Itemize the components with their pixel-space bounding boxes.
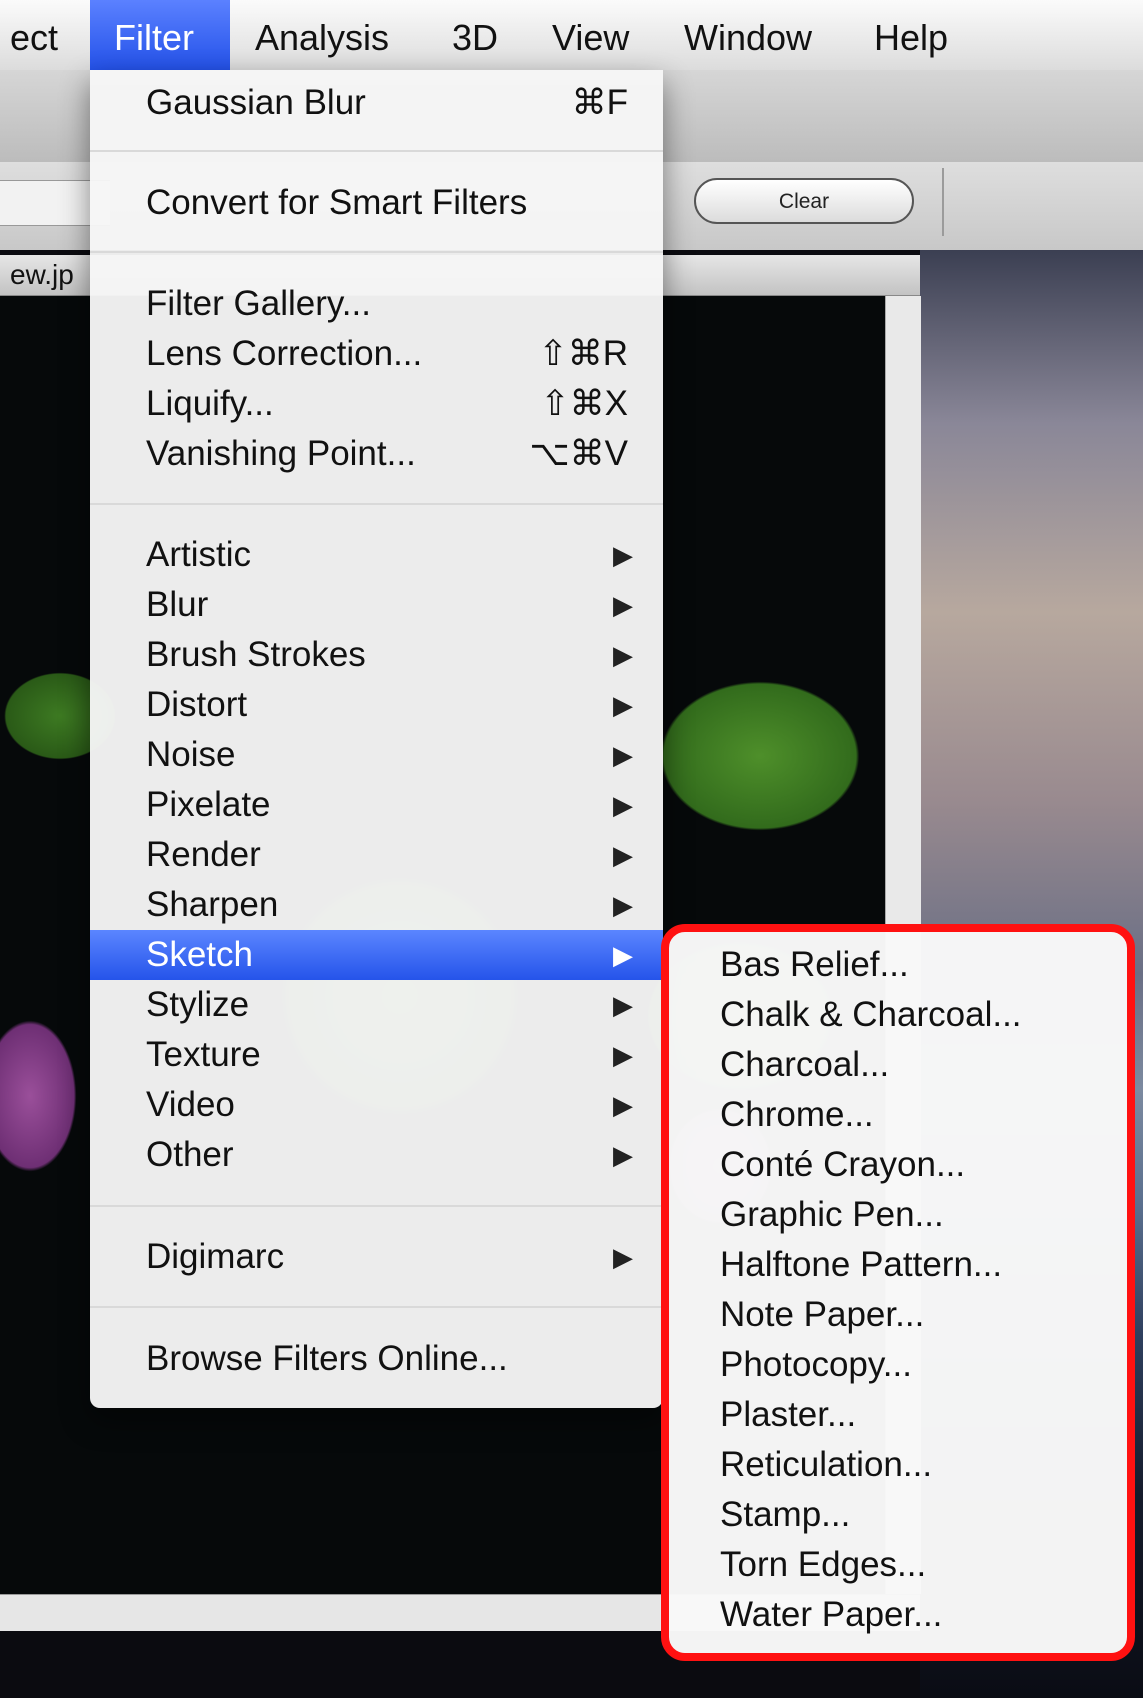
shortcut-label: ⇧⌘X xyxy=(540,384,628,423)
menu-item-label: Lens Correction... xyxy=(146,334,423,373)
menu-item-label: Artistic xyxy=(146,535,251,574)
menu-item-stylize[interactable]: Stylize ▶ xyxy=(90,980,663,1030)
menu-item-label: Distort xyxy=(146,685,248,724)
submenu-item-reticulation[interactable]: Reticulation... xyxy=(720,1440,932,1490)
toolbar-divider xyxy=(942,168,944,236)
document-title: ew.jp xyxy=(10,259,74,290)
submenu-item-torn-edges[interactable]: Torn Edges... xyxy=(720,1540,926,1590)
menu-item-render[interactable]: Render ▶ xyxy=(90,830,663,880)
menu-item-filter-gallery[interactable]: Filter Gallery... xyxy=(90,279,663,329)
submenu-item-plaster[interactable]: Plaster... xyxy=(720,1390,856,1440)
menu-item-label: Render xyxy=(146,835,261,874)
menu-bar: ect Filter Analysis 3D View Window Help xyxy=(0,0,1143,71)
menu-item-video[interactable]: Video ▶ xyxy=(90,1080,663,1130)
menu-item-pixelate[interactable]: Pixelate ▶ xyxy=(90,780,663,830)
submenu-item-bas-relief[interactable]: Bas Relief... xyxy=(720,940,909,990)
menu-item-label: Liquify... xyxy=(146,384,274,423)
menu-item-label: Digimarc xyxy=(146,1237,285,1276)
submenu-item-water-paper[interactable]: Water Paper... xyxy=(720,1590,942,1640)
submenu-item-halftone-pattern[interactable]: Halftone Pattern... xyxy=(720,1240,1002,1290)
menu-item-noise[interactable]: Noise ▶ xyxy=(90,730,663,780)
menu-item-label: Other xyxy=(146,1135,234,1174)
submenu-item-photocopy[interactable]: Photocopy... xyxy=(720,1340,912,1390)
menu-item-label: Sharpen xyxy=(146,885,279,924)
menu-filter[interactable]: Filter xyxy=(90,0,230,70)
menu-view[interactable]: View xyxy=(552,0,629,70)
menu-item-digimarc[interactable]: Digimarc ▶ xyxy=(90,1232,663,1282)
menu-item-distort[interactable]: Distort ▶ xyxy=(90,680,663,730)
menu-item-texture[interactable]: Texture ▶ xyxy=(90,1030,663,1080)
menu-item-browse-filters-online[interactable]: Browse Filters Online... xyxy=(90,1334,663,1384)
menu-item-other[interactable]: Other ▶ xyxy=(90,1130,663,1180)
menu-item-label: Noise xyxy=(146,735,236,774)
menu-help[interactable]: Help xyxy=(874,0,948,70)
submenu-arrow-icon: ▶ xyxy=(613,840,633,870)
submenu-arrow-icon: ▶ xyxy=(613,640,633,670)
menu-item-label: Video xyxy=(146,1085,235,1124)
menu-item-label: Texture xyxy=(146,1035,261,1074)
menu-item-brush-strokes[interactable]: Brush Strokes ▶ xyxy=(90,630,663,680)
shortcut-label: ⌘F xyxy=(571,83,628,122)
submenu-arrow-icon: ▶ xyxy=(613,790,633,820)
submenu-item-conte-crayon[interactable]: Conté Crayon... xyxy=(720,1140,965,1190)
menu-separator xyxy=(90,1306,663,1308)
submenu-arrow-icon: ▶ xyxy=(613,1242,633,1272)
menu-item-sharpen[interactable]: Sharpen ▶ xyxy=(90,880,663,930)
submenu-arrow-icon: ▶ xyxy=(613,890,633,920)
menu-item-label: Stylize xyxy=(146,985,250,1024)
clear-button[interactable]: Clear xyxy=(694,178,914,224)
menu-separator xyxy=(90,1205,663,1207)
menu-item-gaussian-blur[interactable]: Gaussian Blur ⌘F xyxy=(90,78,663,128)
menu-separator xyxy=(90,251,663,253)
menu-item-label: Sketch xyxy=(146,935,253,974)
submenu-item-stamp[interactable]: Stamp... xyxy=(720,1490,850,1540)
menu-item-vanishing-point[interactable]: Vanishing Point... ⌥⌘V xyxy=(90,429,663,479)
menu-item-convert-smart-filters[interactable]: Convert for Smart Filters xyxy=(90,178,663,228)
submenu-item-chalk-charcoal[interactable]: Chalk & Charcoal... xyxy=(720,990,1022,1040)
submenu-arrow-icon: ▶ xyxy=(613,1140,633,1170)
menu-select-partial[interactable]: ect xyxy=(10,0,58,70)
menu-item-label: Pixelate xyxy=(146,785,271,824)
submenu-item-note-paper[interactable]: Note Paper... xyxy=(720,1290,924,1340)
submenu-item-graphic-pen[interactable]: Graphic Pen... xyxy=(720,1190,944,1240)
menu-item-label: Brush Strokes xyxy=(146,635,366,674)
menu-item-liquify[interactable]: Liquify... ⇧⌘X xyxy=(90,379,663,429)
shortcut-label: ⌥⌘V xyxy=(529,434,628,473)
menu-separator xyxy=(90,150,663,152)
menu-item-label: Blur xyxy=(146,585,209,624)
menu-item-blur[interactable]: Blur ▶ xyxy=(90,580,663,630)
menu-item-label: Browse Filters Online... xyxy=(146,1339,508,1378)
menu-item-lens-correction[interactable]: Lens Correction... ⇧⌘R xyxy=(90,329,663,379)
submenu-arrow-icon: ▶ xyxy=(613,940,633,970)
menu-item-label: Vanishing Point... xyxy=(146,434,416,473)
menu-item-label: Convert for Smart Filters xyxy=(146,183,528,222)
submenu-arrow-icon: ▶ xyxy=(613,1090,633,1120)
submenu-item-chrome[interactable]: Chrome... xyxy=(720,1090,874,1140)
submenu-item-charcoal[interactable]: Charcoal... xyxy=(720,1040,889,1090)
filter-menu: Gaussian Blur ⌘F Convert for Smart Filte… xyxy=(90,70,663,1408)
submenu-arrow-icon: ▶ xyxy=(613,690,633,720)
submenu-arrow-icon: ▶ xyxy=(613,1040,633,1070)
menu-item-label: Gaussian Blur xyxy=(146,83,366,122)
menu-analysis[interactable]: Analysis xyxy=(255,0,389,70)
menu-item-label: Filter Gallery... xyxy=(146,284,371,323)
submenu-arrow-icon: ▶ xyxy=(613,740,633,770)
shortcut-label: ⇧⌘R xyxy=(538,334,628,373)
menu-3d[interactable]: 3D xyxy=(452,0,498,70)
submenu-arrow-icon: ▶ xyxy=(613,540,633,570)
menu-item-sketch[interactable]: Sketch ▶ xyxy=(90,930,663,980)
menu-separator xyxy=(90,503,663,505)
submenu-arrow-icon: ▶ xyxy=(613,590,633,620)
submenu-arrow-icon: ▶ xyxy=(613,990,633,1020)
menu-window[interactable]: Window xyxy=(684,0,812,70)
menu-item-artistic[interactable]: Artistic ▶ xyxy=(90,530,663,580)
